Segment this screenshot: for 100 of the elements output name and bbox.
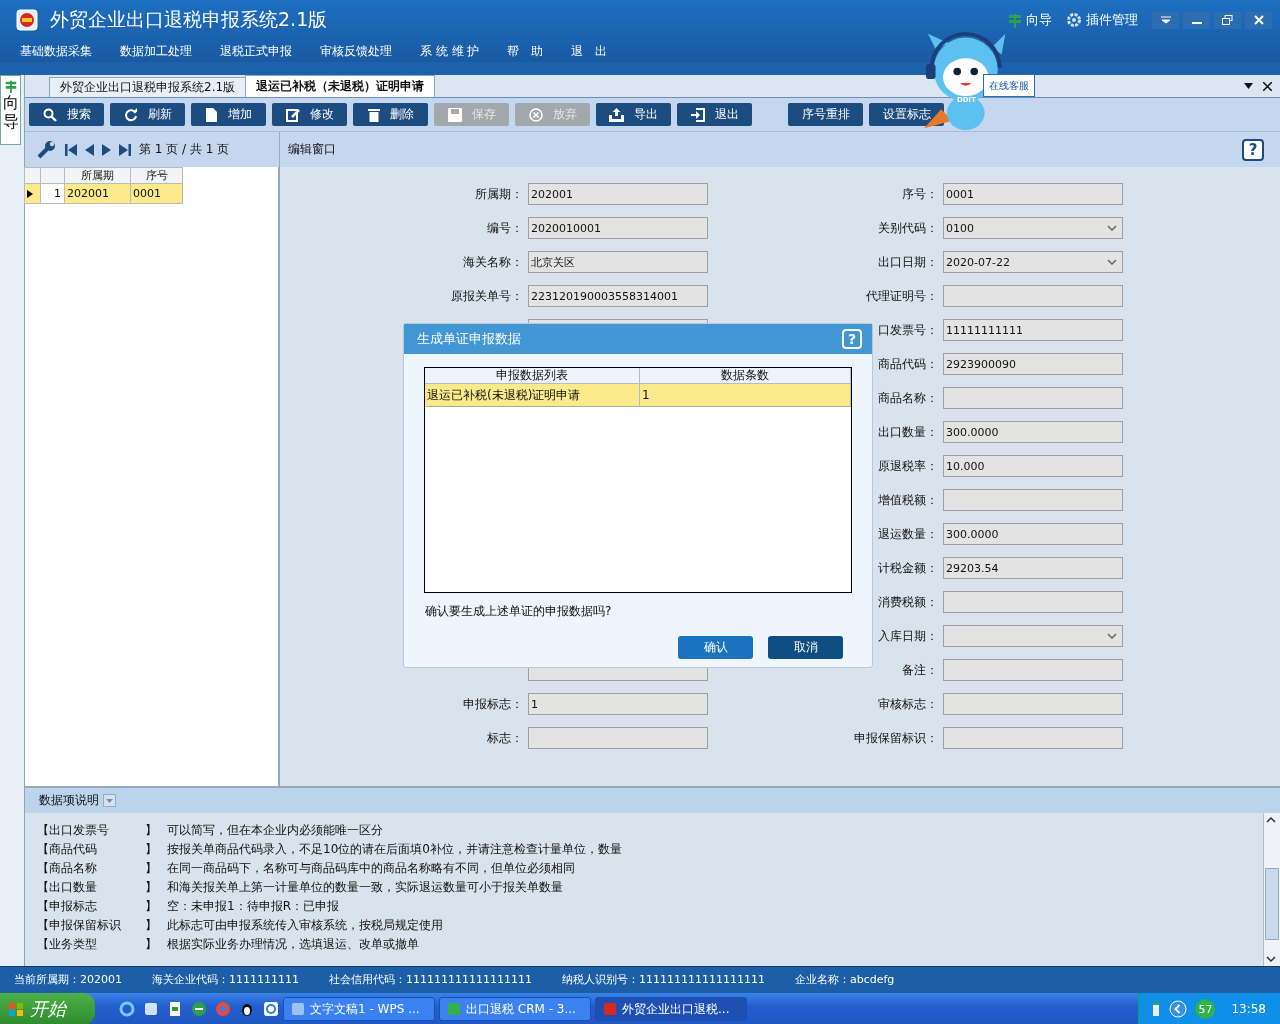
taskbar-button[interactable]: 文字文稿1 - WPS ... (283, 997, 435, 1021)
app-icon (604, 1003, 616, 1015)
field-label: 序号： (902, 186, 938, 203)
plugin-link[interactable]: 插件管理 (1066, 11, 1138, 29)
field-label: 出口日期： (878, 254, 938, 271)
field-label: 标志： (487, 730, 523, 747)
guide-side-tab[interactable]: 向导 (0, 75, 21, 145)
input-field[interactable]: 北京关区 (528, 251, 708, 273)
table-cell[interactable]: 1 (640, 384, 851, 407)
input-field[interactable]: 2020010001 (528, 217, 708, 239)
minimize-button[interactable] (1183, 11, 1210, 29)
browser-icon[interactable] (119, 1001, 135, 1017)
menu-item[interactable]: 数据加工处理 (120, 42, 192, 60)
chat-badge[interactable]: 在线客服 (983, 74, 1035, 97)
input-field[interactable]: 2923900090 (943, 353, 1123, 375)
bracket: 】 (145, 917, 158, 934)
item-description: 此标志可由申报系统传入审核系统，按税局规定使用 (167, 917, 443, 934)
windows-flag-icon (8, 1001, 24, 1017)
input-field[interactable]: 300.0000 (943, 523, 1123, 545)
input-field[interactable]: 29203.54 (943, 557, 1123, 579)
toolbar-button[interactable]: 设置标志 (869, 103, 944, 126)
input-field[interactable]: 202001 (528, 183, 708, 205)
confirm-button[interactable]: 确认 (678, 636, 753, 659)
field-label: 出口数量： (878, 424, 938, 441)
status-item: 当前所属期：202001 (14, 971, 122, 987)
close-icon[interactable] (1263, 81, 1272, 91)
input-field[interactable]: 11111111111 (943, 319, 1123, 341)
document-icon[interactable] (167, 1001, 183, 1017)
toolbar-button[interactable]: 退出 (677, 103, 752, 126)
last-page-icon[interactable] (119, 142, 131, 157)
guide-link[interactable]: 向导 (1008, 11, 1052, 29)
app-logo-icon (16, 9, 38, 31)
input-field[interactable] (943, 659, 1123, 681)
taskbar-button[interactable]: 出口退税 CRM - 3... (439, 997, 591, 1021)
menu-item[interactable]: 退 出 (571, 42, 608, 60)
document-icon (205, 107, 218, 122)
first-page-icon[interactable] (65, 142, 77, 157)
input-field[interactable]: 0001 (943, 183, 1123, 205)
close-button[interactable] (1245, 11, 1272, 29)
browser-icon[interactable] (191, 1001, 207, 1017)
help-button[interactable]: ? (1242, 138, 1264, 161)
menu-item[interactable]: 系 统 维 护 (420, 42, 480, 60)
toolbar-button[interactable]: 修改 (272, 103, 347, 126)
tab[interactable]: 退运已补税（未退税）证明申请 (245, 75, 436, 97)
table-cell[interactable]: 202001 (64, 183, 131, 204)
usb-icon[interactable] (1151, 1001, 1162, 1017)
dropdown-field[interactable] (943, 625, 1123, 647)
menu-item[interactable]: 退税正式申报 (220, 42, 292, 60)
status-item: 企业名称：abcdefg (794, 971, 895, 987)
input-field[interactable] (943, 387, 1123, 409)
input-field[interactable]: 10.000 (943, 455, 1123, 477)
item-name: 【商品代码 (37, 841, 98, 858)
caret-down-icon (1159, 16, 1172, 24)
input-field[interactable]: 223120190003558314001 (528, 285, 708, 307)
wrench-icon[interactable] (37, 140, 57, 159)
toolbar-button[interactable]: 导出 (596, 103, 671, 126)
table-cell[interactable]: 0001 (130, 183, 183, 204)
caret-down-icon[interactable] (1244, 83, 1253, 89)
clock: 13:58 (1231, 1002, 1266, 1016)
cloud-icon[interactable] (263, 1001, 279, 1017)
toolbar-button[interactable]: 删除 (353, 103, 428, 126)
scrollbar[interactable] (1263, 813, 1280, 966)
chevron-left-icon[interactable] (1169, 1000, 1188, 1018)
restore-button[interactable] (1214, 11, 1241, 29)
toolbar-button[interactable]: 增加 (191, 103, 266, 126)
dropdown-field[interactable]: 2020-07-22 (943, 251, 1123, 273)
previous-page-icon[interactable] (85, 142, 94, 157)
dialog-title: 生成单证申报数据 (417, 330, 521, 348)
menu-item[interactable]: 审核反馈处理 (320, 42, 392, 60)
cancel-button[interactable]: 取消 (768, 636, 843, 659)
menu-item[interactable]: 帮 助 (507, 42, 544, 60)
bracket: 】 (145, 860, 158, 877)
field-label: 商品名称： (878, 390, 938, 407)
input-field[interactable]: 300.0000 (943, 421, 1123, 443)
dropdown-button[interactable] (1152, 11, 1179, 29)
item-description: 空：未申报1：待申报R：已申报 (167, 898, 339, 915)
signpost-icon (3, 79, 18, 93)
item-name: 【申报标志 (37, 898, 98, 915)
input-field[interactable] (943, 591, 1123, 613)
input-field[interactable] (528, 727, 708, 749)
guide-label: 向导 (2, 93, 19, 132)
next-page-icon[interactable] (102, 142, 111, 157)
panel-title: 编辑窗口 (288, 141, 336, 158)
toolbar-button[interactable]: 搜索 (29, 103, 104, 126)
taskbar-button[interactable]: 外贸企业出口退税... (595, 997, 747, 1021)
collapse-icon[interactable] (103, 794, 116, 807)
tab[interactable]: 外贸企业出口退税申报系统2.1版 (49, 77, 247, 97)
table-cell[interactable]: 退运已补税(未退税)证明申请 (425, 384, 640, 407)
dropdown-field[interactable]: 0100 (943, 217, 1123, 239)
input-field[interactable] (943, 693, 1123, 715)
app-icon[interactable] (143, 1001, 159, 1017)
input-field[interactable] (943, 489, 1123, 511)
row-pointer-icon (27, 189, 33, 198)
toolbar-button[interactable]: 刷新 (110, 103, 185, 126)
input-field[interactable]: 1 (528, 693, 708, 715)
input-field[interactable] (943, 727, 1123, 749)
penguin-icon[interactable] (239, 1001, 255, 1017)
toolbar-button[interactable]: 序号重排 (788, 103, 863, 126)
input-field[interactable] (943, 285, 1123, 307)
menu-item[interactable]: 基础数据采集 (20, 42, 92, 60)
